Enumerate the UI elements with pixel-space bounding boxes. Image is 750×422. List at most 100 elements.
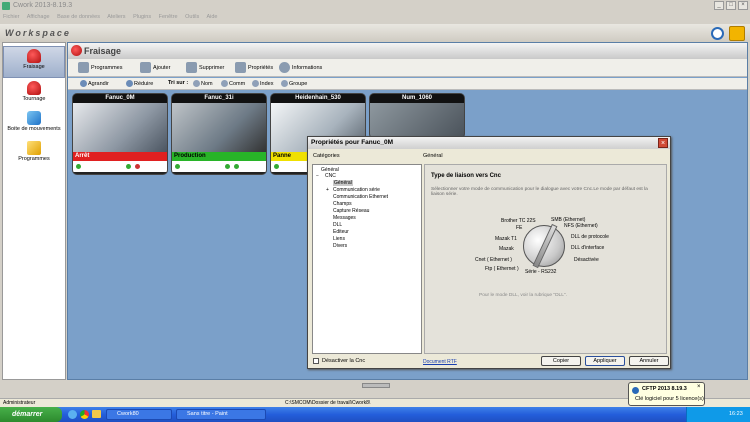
star-icon <box>221 80 228 87</box>
button-label: Index <box>260 80 274 87</box>
add-button[interactable]: Ajouter <box>140 62 170 75</box>
tree-item-fields[interactable]: Champs <box>333 201 352 207</box>
machine-card-fanuc-0m[interactable]: Fanuc_0M Arrêt <box>72 93 168 175</box>
tree-item-cnc[interactable]: CNC <box>325 173 336 179</box>
tree-item-serial[interactable]: Communication série <box>333 187 380 193</box>
close-button[interactable]: × <box>738 1 748 10</box>
copy-button[interactable]: Copier <box>541 356 581 366</box>
menu-outils[interactable]: Outils <box>185 14 199 20</box>
menu-aide[interactable]: Aide <box>206 14 217 20</box>
apply-button[interactable]: Appliquer <box>585 356 625 366</box>
dial-label-dll-protocole: DLL de protocole <box>571 234 609 240</box>
properties-dialog: Propriétés pour Fanuc_0M × Catégories Gé… <box>307 136 671 369</box>
informations-button[interactable]: Informations <box>279 62 322 75</box>
notification-balloon[interactable]: CFTP 2013 8.19.3 Clé logiciel pour 5 lic… <box>628 382 705 406</box>
dialog-close-button[interactable]: × <box>658 138 668 148</box>
menu-fichier[interactable]: Fichier <box>3 14 20 20</box>
machine-name: Fanuc_31i <box>172 94 266 103</box>
menu-affichage[interactable]: Affichage <box>27 14 50 20</box>
tree-item-editor[interactable]: Editeur <box>333 229 349 235</box>
dll-hint: Pour le mode DLL, voir la rubrique "DLL"… <box>479 293 567 298</box>
tree-item-messages[interactable]: Messages <box>333 215 356 221</box>
milling-icon <box>71 45 82 56</box>
dial-label-dll-interface: DLL d'interface <box>571 245 605 251</box>
sort-groupe-button[interactable]: Groupe <box>281 80 307 87</box>
programmes-button[interactable]: Programmes <box>78 62 122 75</box>
button-label: Ajouter <box>153 65 171 71</box>
button-label: Informations <box>292 65 323 71</box>
disable-cnc-label: Désactiver la Cnc <box>322 358 366 364</box>
reduce-button[interactable]: Réduire <box>126 80 153 87</box>
tree-item-network-capture[interactable]: Capture Réseau <box>333 208 369 214</box>
star-icon <box>252 80 259 87</box>
start-button[interactable]: démarrer <box>0 407 62 422</box>
star-icon <box>281 80 288 87</box>
sort-label: Tri sur : <box>168 80 189 86</box>
dial-label-ftp: Ftp ( Ethernet ) <box>485 266 519 272</box>
chrome-icon[interactable] <box>80 410 89 419</box>
help-icon[interactable] <box>711 27 724 40</box>
enlarge-button[interactable]: Agrandir <box>80 80 109 87</box>
toolbar: Programmes Ajouter Supprimer Propriétés … <box>68 59 747 77</box>
sidebar-item-programmes[interactable]: Programmes <box>3 139 65 171</box>
button-label: Propriétés <box>248 65 274 71</box>
button-label: Comm <box>229 80 246 87</box>
splitter-handle[interactable] <box>362 383 390 388</box>
milling-icon <box>27 49 41 63</box>
disable-cnc-checkbox[interactable] <box>313 358 319 364</box>
rtf-document-link[interactable]: Document RTF <box>423 359 457 365</box>
panel-title: Fraisage <box>84 46 122 56</box>
cancel-button[interactable]: Annuler <box>629 356 669 366</box>
menu-ateliers[interactable]: Ateliers <box>107 14 125 20</box>
info-icon <box>279 62 290 74</box>
button-label: Supprimer <box>199 65 225 71</box>
machine-card-fanuc-31i[interactable]: Fanuc_31i Production <box>171 93 267 175</box>
taskbar-item-cwork[interactable]: Cwork80 <box>106 409 172 420</box>
ie-icon[interactable] <box>68 410 77 419</box>
settings-panel: Type de liaison vers Cnc Sélectionner vo… <box>424 164 667 354</box>
tree-item-ethernet[interactable]: Communication Ethernet <box>333 194 388 200</box>
tree-item-cnc-general[interactable]: Général <box>333 180 353 186</box>
workspace-header: Workspace <box>0 24 750 42</box>
menu-base-de-donnees[interactable]: Base de données <box>57 14 100 20</box>
sidebar-item-boite-de-mouvements[interactable]: Boite de mouvements <box>3 109 65 141</box>
panel-description: Sélectionner votre mode de communication… <box>431 187 648 197</box>
balloon-close-button[interactable]: × <box>697 384 701 390</box>
movements-box-icon <box>27 111 41 125</box>
sidebar-item-fraisage[interactable]: Fraisage <box>3 46 65 78</box>
sort-comm-button[interactable]: Comm <box>221 80 245 87</box>
dial-label-smb: SMB (Ethernet) <box>551 217 586 223</box>
maximize-button[interactable]: □ <box>726 1 736 10</box>
tree-item-links[interactable]: Liens <box>333 236 345 242</box>
magnifier-icon <box>80 80 87 87</box>
sidebar-item-tournage[interactable]: Tournage <box>3 79 65 111</box>
machine-status: Production <box>172 152 266 161</box>
dialog-title: Propriétés pour Fanuc_0M <box>308 137 670 149</box>
tree-item-dll[interactable]: DLL <box>333 222 342 228</box>
sort-nom-button[interactable]: Nom <box>193 80 213 87</box>
expand-icon[interactable]: + <box>326 187 329 193</box>
sidebar: Fraisage Tournage Boite de mouvements Pr… <box>2 42 66 380</box>
delete-button[interactable]: Supprimer <box>186 62 224 75</box>
properties-button[interactable]: Propriétés <box>235 62 273 75</box>
sort-index-button[interactable]: Index <box>252 80 273 87</box>
edit-icon[interactable] <box>729 26 745 41</box>
folder-icon[interactable] <box>92 410 101 418</box>
menu-plugins[interactable]: Plugins <box>133 14 151 20</box>
machine-image <box>172 103 266 152</box>
panel-heading: Type de liaison vers Cnc <box>431 173 501 179</box>
clock[interactable]: 16:23 <box>729 411 743 417</box>
taskbar: démarrer Cwork80 Sans titre - Paint 16:2… <box>0 407 750 422</box>
window-title: Cwork 2013-8.19.3 <box>13 2 73 9</box>
dial-label-serie: Série - RS232 <box>525 269 557 275</box>
app-titlebar: Cwork 2013-8.19.3 _ □ × <box>0 0 750 12</box>
machine-card-num-1060[interactable]: Num_1060 <box>369 93 465 139</box>
menu-fenetre[interactable]: Fenêtre <box>159 14 178 20</box>
status-user: Administrateur <box>3 400 36 406</box>
collapse-icon[interactable]: − <box>316 173 319 179</box>
minimize-button[interactable]: _ <box>714 1 724 10</box>
taskbar-item-paint[interactable]: Sans titre - Paint <box>176 409 266 420</box>
sidebar-item-label: Boite de mouvements <box>7 126 61 132</box>
dial-label-mazak: Mazak <box>499 246 514 252</box>
tree-item-misc[interactable]: Divers <box>333 243 347 249</box>
